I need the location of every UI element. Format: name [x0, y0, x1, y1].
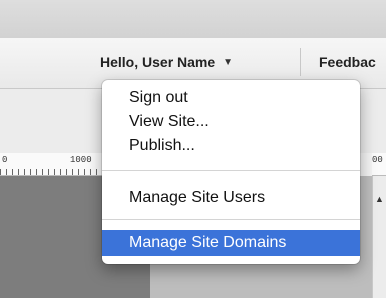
feedback-link[interactable]: Feedbac [319, 48, 376, 76]
menu-item-label: Manage Site Users [129, 189, 266, 206]
menu-item-label: Manage Site Domains [129, 234, 287, 251]
ruler-label-1000: 1000 [70, 155, 92, 165]
ruler-label-start: 0 [2, 155, 8, 165]
horizontal-ruler-right: 00 [372, 153, 386, 176]
chevron-down-icon: ▼ [223, 56, 234, 68]
menu-item-manage-site-users[interactable]: Manage Site Users [102, 187, 360, 209]
window-top-strip [0, 0, 386, 38]
menu-item-label: Sign out [129, 89, 188, 106]
user-greeting: Hello, User Name [100, 54, 216, 70]
menu-item-label: View Site... [129, 113, 209, 130]
menu-item-sign-out[interactable]: Sign out [102, 87, 360, 109]
user-dropdown-menu: Sign out View Site... Publish... Manage … [102, 80, 360, 264]
scroll-up-arrow-icon[interactable]: ▲ [375, 194, 384, 204]
menu-item-label: Publish... [129, 137, 195, 154]
menu-item-view-site[interactable]: View Site... [102, 111, 360, 133]
menu-separator [102, 219, 360, 220]
menu-item-manage-site-domains[interactable]: Manage Site Domains [102, 230, 360, 256]
menu-item-publish[interactable]: Publish... [102, 135, 360, 157]
ruler-label-end: 00 [372, 155, 383, 165]
user-menu-button[interactable]: Hello, User Name ▼ [100, 48, 300, 76]
toolbar-divider [300, 48, 301, 76]
menu-separator [102, 170, 360, 171]
